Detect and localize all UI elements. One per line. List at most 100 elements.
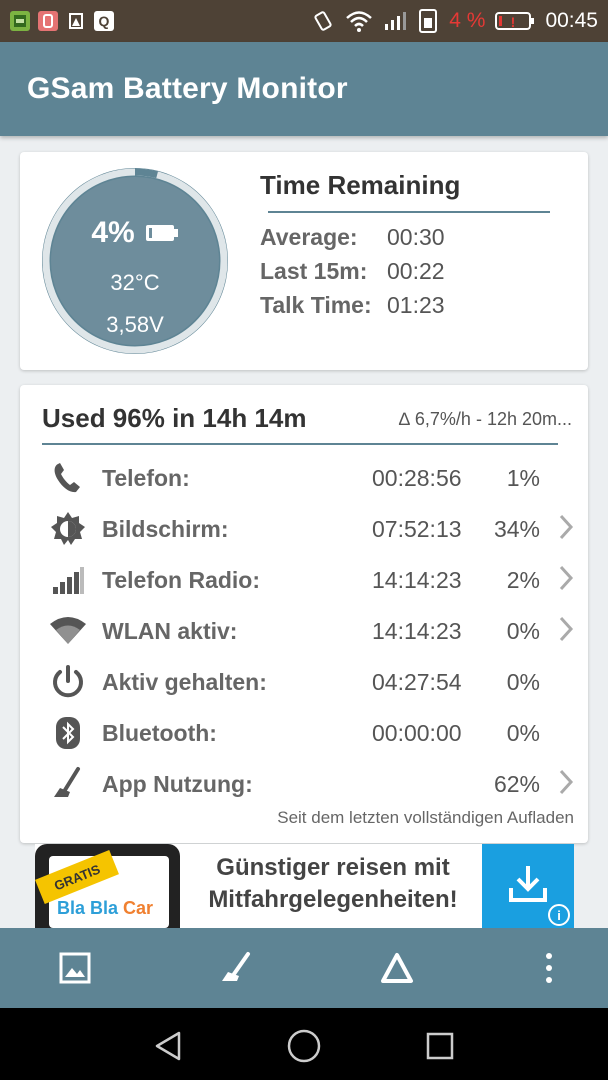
time-remaining-title: Time Remaining bbox=[260, 170, 461, 200]
time-remaining-value: 01:23 bbox=[387, 292, 445, 318]
battery-icon bbox=[145, 225, 178, 241]
app-usage-icon bbox=[222, 952, 250, 981]
image-icon bbox=[59, 952, 91, 984]
screen-brightness-icon bbox=[48, 511, 88, 547]
usage-time: 14:14:23 bbox=[372, 567, 462, 593]
home-circle-icon bbox=[287, 1029, 321, 1063]
usage-label: App Nutzung: bbox=[102, 771, 253, 797]
usage-row-bluetooth[interactable]: Bluetooth: 00:00:00 0% bbox=[20, 707, 588, 757]
battery-low-icon: ! bbox=[495, 12, 535, 30]
ad-info-icon[interactable]: i bbox=[548, 904, 570, 926]
nav-recents-button[interactable] bbox=[422, 1028, 458, 1064]
delta-icon bbox=[381, 953, 413, 983]
usage-label: Bildschirm: bbox=[102, 516, 229, 542]
recents-square-icon bbox=[426, 1032, 454, 1060]
more-vertical-icon bbox=[546, 953, 552, 983]
time-remaining-label: Average: bbox=[260, 224, 358, 250]
usage-percent: 0% bbox=[506, 669, 540, 695]
battery-alert-notification-icon bbox=[38, 11, 58, 31]
usage-row-wlan[interactable]: WLAN aktiv: 14:14:23 0% bbox=[20, 605, 588, 655]
battery-voltage: 3,58V bbox=[106, 312, 164, 337]
app-title: GSam Battery Monitor bbox=[27, 72, 348, 105]
usage-percent: 1% bbox=[506, 465, 540, 491]
chevron-right-icon[interactable] bbox=[558, 564, 574, 599]
app-notification-icon bbox=[10, 11, 30, 31]
ad-brand-part1: Bla Bla bbox=[57, 898, 124, 918]
usage-percent: 0% bbox=[506, 720, 540, 746]
ad-banner[interactable]: GRATIS Bla Bla Car Günstiger reisen mit … bbox=[35, 844, 574, 928]
status-battery-percent: 4 % bbox=[449, 9, 486, 32]
download-icon bbox=[509, 866, 547, 902]
ad-brand-logo: Bla Bla Car bbox=[57, 898, 153, 919]
usage-card: Used 96% in 14h 14m ∆ 6,7%/h - 12h 20m..… bbox=[20, 385, 588, 843]
time-remaining-label: Last 15m: bbox=[260, 258, 368, 284]
usage-time: 14:14:23 bbox=[372, 618, 462, 644]
svg-text:!: ! bbox=[511, 14, 516, 30]
overflow-menu-button[interactable] bbox=[527, 946, 571, 990]
usage-row-telefon-radio[interactable]: Telefon Radio: 14:14:23 2% bbox=[20, 554, 588, 604]
bluetooth-icon bbox=[48, 715, 88, 751]
ad-phone-image: GRATIS Bla Bla Car bbox=[35, 844, 180, 928]
chevron-right-icon[interactable] bbox=[558, 615, 574, 650]
usage-row-bildschirm[interactable]: Bildschirm: 07:52:13 34% bbox=[20, 503, 588, 553]
usage-percent: 62% bbox=[493, 771, 540, 797]
usage-time: 00:28:56 bbox=[372, 465, 462, 491]
usage-row-telefon[interactable]: Telefon: 00:28:56 1% bbox=[20, 452, 588, 502]
chevron-right-icon[interactable] bbox=[558, 768, 574, 803]
ad-download-button[interactable]: i bbox=[482, 844, 574, 928]
status-time: 00:45 bbox=[545, 9, 598, 32]
usage-time: 07:52:13 bbox=[372, 516, 462, 542]
system-nav-bar bbox=[0, 1008, 608, 1080]
ad-line2: Mitfahrgelegenheiten! bbox=[208, 886, 458, 913]
phone-icon bbox=[48, 460, 88, 496]
usage-label: WLAN aktiv: bbox=[102, 618, 238, 644]
graph-image-button[interactable] bbox=[53, 946, 97, 990]
time-remaining-value: 00:30 bbox=[387, 224, 445, 250]
battery-temperature: 32°C bbox=[110, 270, 160, 295]
signal-bars-icon bbox=[48, 562, 88, 598]
back-triangle-icon bbox=[155, 1031, 181, 1061]
time-remaining-talk-time: Talk Time: 01:23 bbox=[260, 292, 445, 319]
cell-signal-icon bbox=[385, 12, 407, 30]
time-remaining-label: Talk Time: bbox=[260, 292, 372, 318]
usage-label: Telefon: bbox=[102, 465, 190, 491]
sim-icon bbox=[419, 9, 438, 33]
wifi-status-icon bbox=[346, 11, 373, 32]
bottom-toolbar bbox=[0, 928, 608, 1008]
usage-divider bbox=[42, 443, 558, 445]
ad-brand-part2: Car bbox=[123, 898, 154, 918]
nav-back-button[interactable] bbox=[150, 1028, 186, 1064]
wifi-icon bbox=[48, 613, 88, 649]
battery-summary-card[interactable]: 4% 32°C 3,58V Time Remaining Average: 00… bbox=[20, 152, 588, 370]
usage-percent: 0% bbox=[506, 618, 540, 644]
usage-label: Aktiv gehalten: bbox=[102, 669, 267, 695]
usage-label: Telefon Radio: bbox=[102, 567, 261, 593]
warning-notification-icon bbox=[66, 11, 86, 31]
time-remaining-value: 00:22 bbox=[387, 258, 445, 284]
time-remaining-divider bbox=[268, 211, 550, 213]
vibrate-icon bbox=[314, 11, 332, 31]
status-bar: Q 4 % ! 00:45 bbox=[0, 0, 608, 42]
usage-rate[interactable]: ∆ 6,7%/h - 12h 20m... bbox=[399, 409, 572, 430]
usage-label: Bluetooth: bbox=[102, 720, 217, 746]
gauge-text: 4% 32°C 3,58V bbox=[40, 166, 230, 356]
ad-line1: Günstiger reisen mit bbox=[216, 854, 450, 881]
usage-percent: 2% bbox=[506, 567, 540, 593]
usage-row-app-nutzung[interactable]: App Nutzung: 62% bbox=[20, 758, 588, 808]
time-remaining-last15m: Last 15m: 00:22 bbox=[260, 258, 445, 285]
battery-percent-row: 4% bbox=[40, 216, 230, 250]
q-app-notification-icon: Q bbox=[94, 11, 114, 31]
time-remaining-average: Average: 00:30 bbox=[260, 224, 445, 251]
usage-row-aktiv-gehalten[interactable]: Aktiv gehalten: 04:27:54 0% bbox=[20, 656, 588, 706]
usage-time: 00:00:00 bbox=[372, 720, 462, 746]
usage-percent: 34% bbox=[493, 516, 540, 542]
app-usage-button[interactable] bbox=[214, 946, 258, 990]
chevron-right-icon[interactable] bbox=[558, 513, 574, 548]
delta-button[interactable] bbox=[375, 946, 419, 990]
nav-home-button[interactable] bbox=[286, 1028, 322, 1064]
app-bar: GSam Battery Monitor bbox=[0, 42, 608, 136]
usage-title: Used 96% in 14h 14m bbox=[42, 403, 307, 433]
power-icon bbox=[48, 664, 88, 700]
usage-time: 04:27:54 bbox=[372, 669, 462, 695]
battery-percent: 4% bbox=[91, 216, 135, 249]
